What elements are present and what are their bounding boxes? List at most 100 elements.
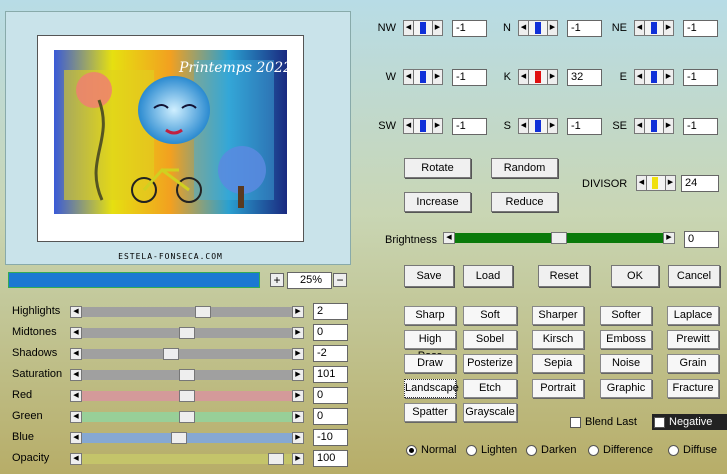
arrow-right-icon[interactable]: ▶ [292, 432, 304, 444]
arrow-left-icon[interactable]: ◀ [518, 69, 529, 85]
red-value[interactable]: 0 [313, 387, 348, 404]
saturation-slider[interactable]: ◀ ▶ [70, 369, 304, 381]
e-value[interactable]: -1 [683, 69, 718, 86]
filter-high-pass-button[interactable]: High Pass [404, 330, 456, 362]
w-knob[interactable] [420, 71, 426, 83]
sw-knob[interactable] [420, 120, 426, 132]
filter-sobel-button[interactable]: Sobel [463, 330, 517, 349]
arrow-left-icon[interactable]: ◀ [403, 118, 414, 134]
difference-radio[interactable] [588, 445, 599, 456]
diffuse-radio[interactable] [668, 445, 679, 456]
blue-value[interactable]: -10 [313, 429, 348, 446]
brightness-value[interactable]: 0 [684, 231, 719, 248]
w-spinner[interactable]: ◀ ▶ [403, 69, 443, 85]
ne-spinner[interactable]: ◀ ▶ [634, 20, 674, 36]
arrow-left-icon[interactable]: ◀ [70, 453, 82, 465]
arrow-left-icon[interactable]: ◀ [70, 411, 82, 423]
filter-sharp-button[interactable]: Sharp [404, 306, 456, 325]
arrow-left-icon[interactable]: ◀ [70, 369, 82, 381]
ne-knob[interactable] [651, 22, 657, 34]
midtones-slider[interactable]: ◀ ▶ [70, 327, 304, 339]
arrow-right-icon[interactable]: ▶ [663, 20, 674, 36]
s-knob[interactable] [535, 120, 541, 132]
s-spinner[interactable]: ◀ ▶ [518, 118, 558, 134]
arrow-right-icon[interactable]: ▶ [292, 453, 304, 465]
green-slider[interactable]: ◀ ▶ [70, 411, 304, 423]
arrow-left-icon[interactable]: ◀ [634, 118, 645, 134]
red-slider[interactable]: ◀ ▶ [70, 390, 304, 402]
arrow-left-icon[interactable]: ◀ [518, 20, 529, 36]
nw-spinner[interactable]: ◀ ▶ [403, 20, 443, 36]
filter-noise-button[interactable]: Noise [600, 354, 652, 373]
filter-grain-button[interactable]: Grain [667, 354, 719, 373]
darken-radio[interactable] [526, 445, 537, 456]
ne-value[interactable]: -1 [683, 20, 718, 37]
arrow-right-icon[interactable]: ▶ [432, 69, 443, 85]
arrow-right-icon[interactable]: ▶ [432, 118, 443, 134]
k-spinner[interactable]: ◀ ▶ [518, 69, 558, 85]
arrow-right-icon[interactable]: ▶ [547, 69, 558, 85]
sw-value[interactable]: -1 [452, 118, 487, 135]
divisor-knob[interactable] [652, 177, 658, 189]
filter-etch-button[interactable]: Etch [463, 379, 517, 398]
midtones-thumb[interactable] [179, 327, 195, 339]
k-value[interactable]: 32 [567, 69, 602, 86]
red-thumb[interactable] [179, 390, 195, 402]
arrow-left-icon[interactable]: ◀ [70, 306, 82, 318]
lighten-radio[interactable] [466, 445, 477, 456]
arrow-left-icon[interactable]: ◀ [70, 327, 82, 339]
arrow-right-icon[interactable]: ▶ [292, 327, 304, 339]
nw-knob[interactable] [420, 22, 426, 34]
load-button[interactable]: Load [463, 265, 513, 287]
opacity-slider[interactable]: ◀ ▶ [70, 453, 304, 465]
blue-thumb[interactable] [171, 432, 188, 444]
saturation-thumb[interactable] [179, 369, 195, 381]
arrow-left-icon[interactable]: ◀ [518, 118, 529, 134]
highlights-value[interactable]: 2 [313, 303, 348, 320]
arrow-right-icon[interactable]: ▶ [547, 118, 558, 134]
highlights-thumb[interactable] [194, 306, 211, 318]
save-button[interactable]: Save [404, 265, 454, 287]
midtones-value[interactable]: 0 [313, 324, 348, 341]
filter-grayscale-button[interactable]: Grayscale [463, 403, 517, 422]
blend-last-checkbox[interactable] [570, 417, 581, 428]
filter-landscape-button[interactable]: Landscape [404, 379, 459, 398]
filter-fracture-button[interactable]: Fracture [667, 379, 719, 398]
arrow-left-icon[interactable]: ◀ [634, 20, 645, 36]
shadows-slider[interactable]: ◀ ▶ [70, 348, 304, 360]
divisor-spinner[interactable]: ◀ ▶ [636, 175, 676, 191]
cancel-button[interactable]: Cancel [668, 265, 720, 287]
k-knob[interactable] [535, 71, 541, 83]
filter-soft-button[interactable]: Soft [463, 306, 517, 325]
arrow-left-icon[interactable]: ◀ [403, 69, 414, 85]
arrow-right-icon[interactable]: ▶ [292, 390, 304, 402]
shadows-value[interactable]: -2 [313, 345, 348, 362]
negative-checkbox[interactable] [654, 417, 665, 428]
random-button[interactable]: Random [491, 158, 558, 178]
green-value[interactable]: 0 [313, 408, 348, 425]
zoom-in-button[interactable]: + [270, 273, 284, 287]
brightness-slider[interactable]: ◀ ▶ [443, 232, 675, 244]
e-knob[interactable] [651, 71, 657, 83]
shadows-thumb[interactable] [163, 348, 180, 360]
filter-portrait-button[interactable]: Portrait [532, 379, 584, 398]
sw-spinner[interactable]: ◀ ▶ [403, 118, 443, 134]
se-knob[interactable] [651, 120, 657, 132]
reset-button[interactable]: Reset [538, 265, 590, 287]
reduce-button[interactable]: Reduce [491, 192, 558, 212]
filter-spatter-button[interactable]: Spatter [404, 403, 456, 422]
arrow-right-icon[interactable]: ▶ [292, 369, 304, 381]
arrow-right-icon[interactable]: ▶ [292, 411, 304, 423]
arrow-right-icon[interactable]: ▶ [292, 348, 304, 360]
n-knob[interactable] [535, 22, 541, 34]
se-spinner[interactable]: ◀ ▶ [634, 118, 674, 134]
w-value[interactable]: -1 [452, 69, 487, 86]
rotate-button[interactable]: Rotate [404, 158, 471, 178]
filter-sharper-button[interactable]: Sharper [532, 306, 584, 325]
arrow-right-icon[interactable]: ▶ [292, 306, 304, 318]
filter-posterize-button[interactable]: Posterize [463, 354, 517, 373]
filter-kirsch-button[interactable]: Kirsch [532, 330, 584, 349]
filter-sepia-button[interactable]: Sepia [532, 354, 584, 373]
n-spinner[interactable]: ◀ ▶ [518, 20, 558, 36]
arrow-left-icon[interactable]: ◀ [443, 232, 455, 244]
